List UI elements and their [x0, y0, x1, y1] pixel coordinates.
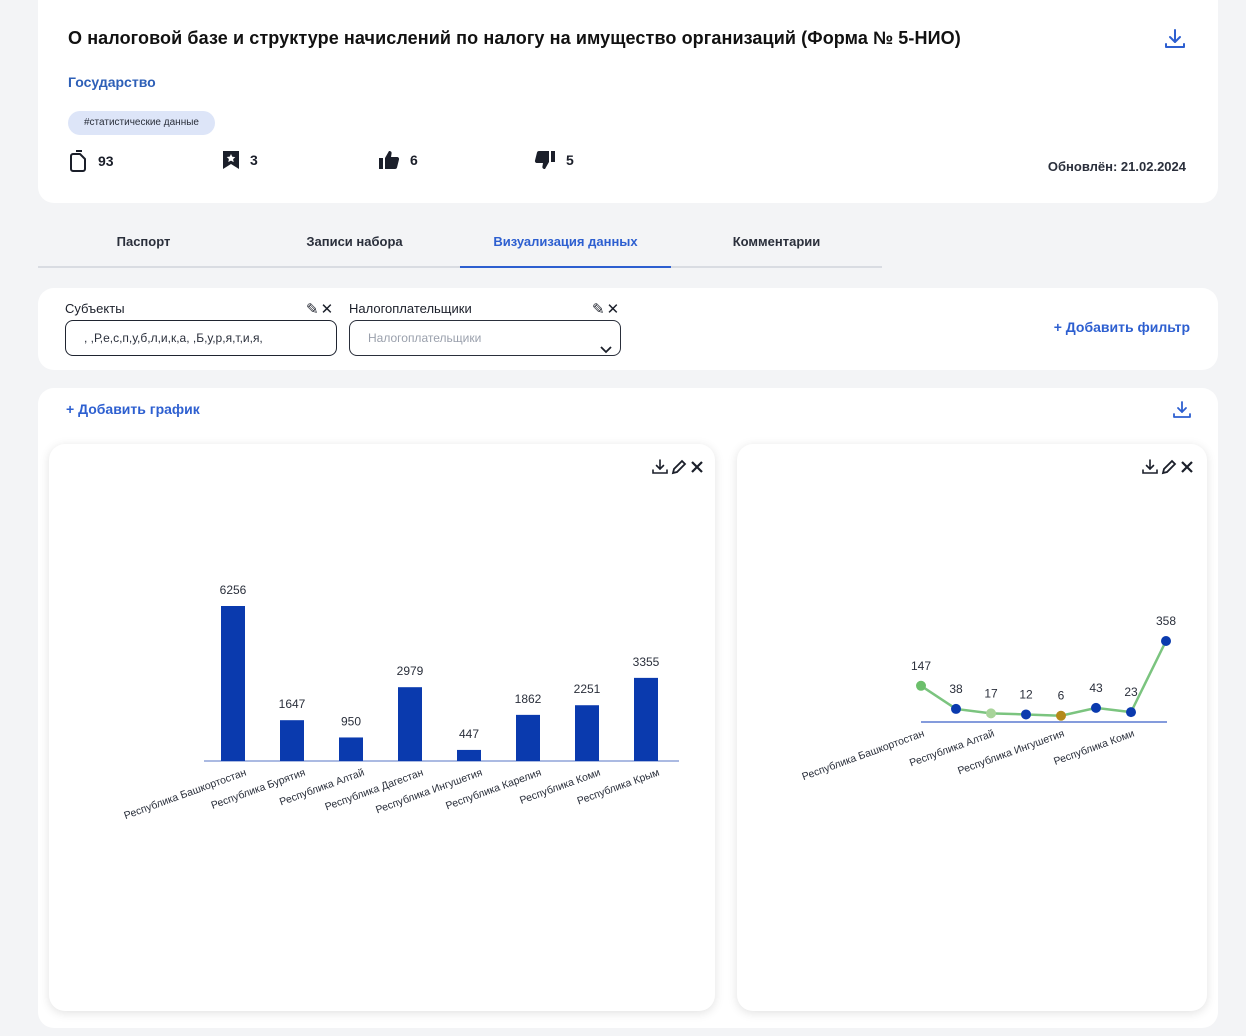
edit-icon[interactable]: ✎ — [306, 300, 319, 318]
files-stat: 93 — [68, 150, 114, 172]
likes-count: 6 — [410, 152, 418, 168]
bookmark-icon[interactable] — [222, 150, 240, 170]
files-icon — [68, 150, 88, 172]
line-chart: 147 38 17 12 6 43 23 358 Республика Башкортостан… — [800, 614, 1176, 783]
point-value-label: 43 — [1089, 681, 1103, 695]
bar-value-label: 2251 — [574, 682, 601, 696]
bar — [575, 705, 599, 761]
dislikes-count: 5 — [566, 152, 574, 168]
data-point — [1056, 710, 1066, 721]
bookmarks-count: 3 — [250, 152, 258, 168]
point-value-label: 23 — [1124, 685, 1138, 699]
updated-date: Обновлён: 21.02.2024 — [1047, 159, 1186, 174]
bar — [516, 714, 540, 761]
bar — [280, 720, 304, 761]
point-value-label: 38 — [949, 682, 963, 696]
point-value-label: 17 — [984, 686, 998, 700]
line-chart-panel: 147 38 17 12 6 43 23 358 Республика Башкортостан… — [737, 444, 1207, 1011]
bar — [221, 606, 245, 761]
subjects-filter-label: Субъекты — [65, 301, 125, 316]
tag-badge[interactable]: #статистические данные — [68, 111, 215, 135]
filter-panel: Субъекты ✎ ✕ , ,Р,е,с,п,у,б,л,и,к,а, ,Б,у… — [38, 288, 1218, 370]
x-tick-label: Республика Башкортостан — [800, 727, 926, 783]
point-value-label: 147 — [911, 659, 931, 673]
tab-visualization[interactable]: Визуализация данных — [460, 224, 671, 268]
bar-value-label: 3355 — [633, 655, 660, 669]
data-point — [1021, 709, 1031, 720]
point-value-label: 12 — [1019, 687, 1033, 701]
add-filter-button[interactable]: + Добавить фильтр — [1054, 319, 1190, 335]
x-tick-label: Республика Ингушетия — [374, 767, 484, 817]
bar-chart-panel: 6256 Республика Башкортостан 1647 Республик… — [49, 444, 715, 1011]
bar — [339, 737, 363, 761]
tab-bar: Паспорт Записи набора Визуализация данны… — [38, 224, 882, 268]
close-icon[interactable]: ✕ — [321, 300, 334, 318]
data-point — [1126, 707, 1136, 718]
subjects-filter-field[interactable]: , ,Р,е,с,п,у,б,л,и,к,а, ,Б,у,р,я,т,и,я, — [65, 320, 337, 356]
data-point — [1091, 702, 1101, 713]
close-icon[interactable]: ✕ — [607, 300, 620, 318]
x-tick-label: Республика Коми — [1052, 727, 1136, 767]
point-value-label: 358 — [1156, 614, 1176, 628]
bar — [634, 677, 658, 761]
likes-stat[interactable]: 6 — [378, 150, 418, 170]
dataset-header: О налоговой базе и структуре начислений … — [38, 0, 1218, 203]
data-point — [986, 708, 996, 719]
bar — [457, 749, 481, 761]
bookmarks-stat[interactable]: 3 — [222, 150, 258, 170]
dataset-title: О налоговой базе и структуре начислений … — [68, 28, 961, 48]
subjects-filter-actions: ✎ ✕ — [306, 300, 333, 318]
tab-records[interactable]: Записи набора — [249, 224, 460, 268]
thumbs-down-icon[interactable] — [534, 150, 556, 170]
add-chart-button[interactable]: + Добавить график — [66, 401, 200, 417]
bar-value-label: 2979 — [397, 664, 424, 678]
taxpayers-filter-actions: ✎ ✕ — [592, 300, 619, 318]
taxpayers-placeholder: Налогоплательщики — [368, 331, 482, 345]
bar-value-label: 1862 — [515, 692, 542, 706]
charts-section: + Добавить график 6256 Республика Башкорт… — [38, 388, 1218, 1028]
dislikes-stat[interactable]: 5 — [534, 150, 574, 170]
bar — [398, 687, 422, 761]
bar-chart: 6256Республика Башкортостан1647Республик… — [122, 583, 679, 822]
tab-passport[interactable]: Паспорт — [38, 224, 249, 268]
bar-value-label: 950 — [341, 714, 361, 728]
download-dataset-icon[interactable] — [1162, 26, 1188, 52]
data-point — [951, 703, 961, 714]
data-point — [916, 680, 926, 691]
thumbs-up-icon[interactable] — [378, 150, 400, 170]
point-value-label: 6 — [1058, 689, 1065, 703]
bar-value-label: 1647 — [279, 697, 306, 711]
taxpayers-filter-select[interactable]: Налогоплательщики — [349, 320, 621, 356]
category-link[interactable]: Государство — [68, 74, 156, 90]
data-point — [1161, 636, 1171, 646]
download-charts-icon[interactable] — [1172, 400, 1192, 425]
bar-value-label: 447 — [459, 727, 479, 741]
bar-value-label: 6256 — [220, 583, 247, 597]
edit-icon[interactable]: ✎ — [592, 300, 605, 318]
tab-comments[interactable]: Комментарии — [671, 224, 882, 268]
taxpayers-filter-label: Налогоплательщики — [349, 301, 472, 316]
files-count: 93 — [98, 153, 114, 169]
chevron-down-icon — [600, 333, 612, 355]
